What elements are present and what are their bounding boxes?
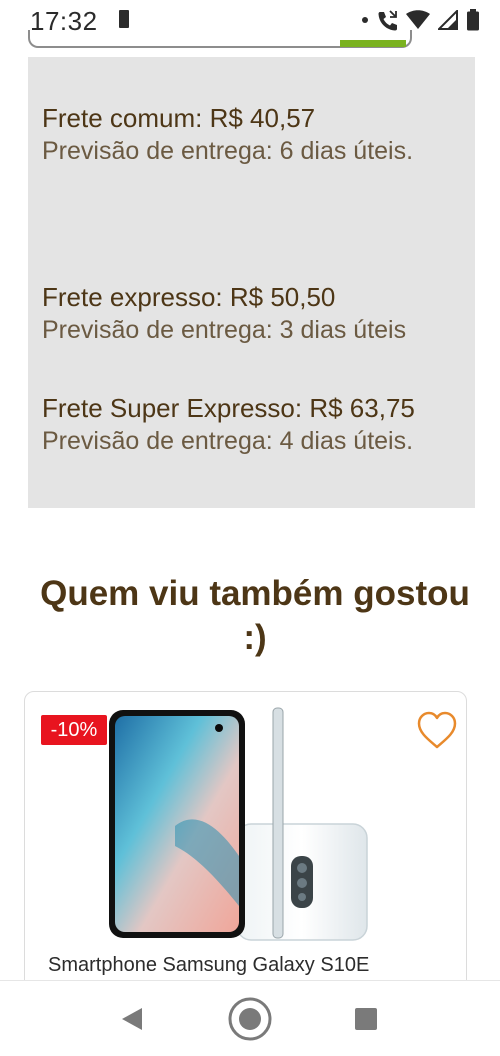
call-icon (378, 10, 397, 31)
mobile-screen: 17:32 Frete comum: R$ 40,57 Previsão de … (0, 0, 500, 1056)
shipping-option-eta: Previsão de entrega: 4 dias úteis. (42, 427, 414, 455)
shipping-option-eta: Previsão de entrega: 3 dias úteis (42, 316, 407, 344)
recents-button[interactable] (346, 997, 386, 1041)
wifi-icon (406, 10, 430, 29)
shipping-options-panel: Frete comum: R$ 40,57 Previsão de entreg… (28, 57, 475, 508)
notification-dot-icon (362, 17, 368, 23)
battery-icon (467, 9, 479, 31)
product-card[interactable]: -10% Smartphone Samsung Galaxy S10E (24, 691, 467, 1023)
product-image[interactable] (105, 706, 375, 942)
back-button[interactable] (112, 997, 152, 1041)
home-icon (228, 997, 272, 1041)
discount-badge: -10% (41, 715, 107, 745)
recents-icon (355, 1008, 377, 1030)
shipping-option: Frete expresso: R$ 50,50 Previsão de ent… (42, 280, 472, 347)
product-name[interactable]: Smartphone Samsung Galaxy S10E (48, 954, 458, 977)
navigation-bar (0, 980, 500, 1056)
sd-card-icon (119, 10, 129, 28)
home-button[interactable] (226, 997, 274, 1041)
shipping-option: Frete Super Expresso: R$ 63,75 Previsão … (42, 391, 472, 458)
heart-outline-icon[interactable] (416, 710, 458, 750)
shipping-option-title: Frete Super Expresso: R$ 63,75 (42, 393, 415, 423)
page-load-progress (340, 40, 406, 47)
status-icons (362, 8, 480, 32)
shipping-option-title: Frete comum: R$ 40,57 (42, 103, 316, 133)
shipping-option-title: Frete expresso: R$ 50,50 (42, 282, 336, 312)
recommendations-heading: Quem viu também gostou :) (40, 574, 470, 657)
cell-signal-icon (438, 10, 458, 30)
back-icon (122, 1008, 142, 1030)
shipping-option-eta: Previsão de entrega: 6 dias úteis. (42, 137, 414, 165)
shipping-option: Frete comum: R$ 40,57 Previsão de entreg… (42, 101, 472, 168)
